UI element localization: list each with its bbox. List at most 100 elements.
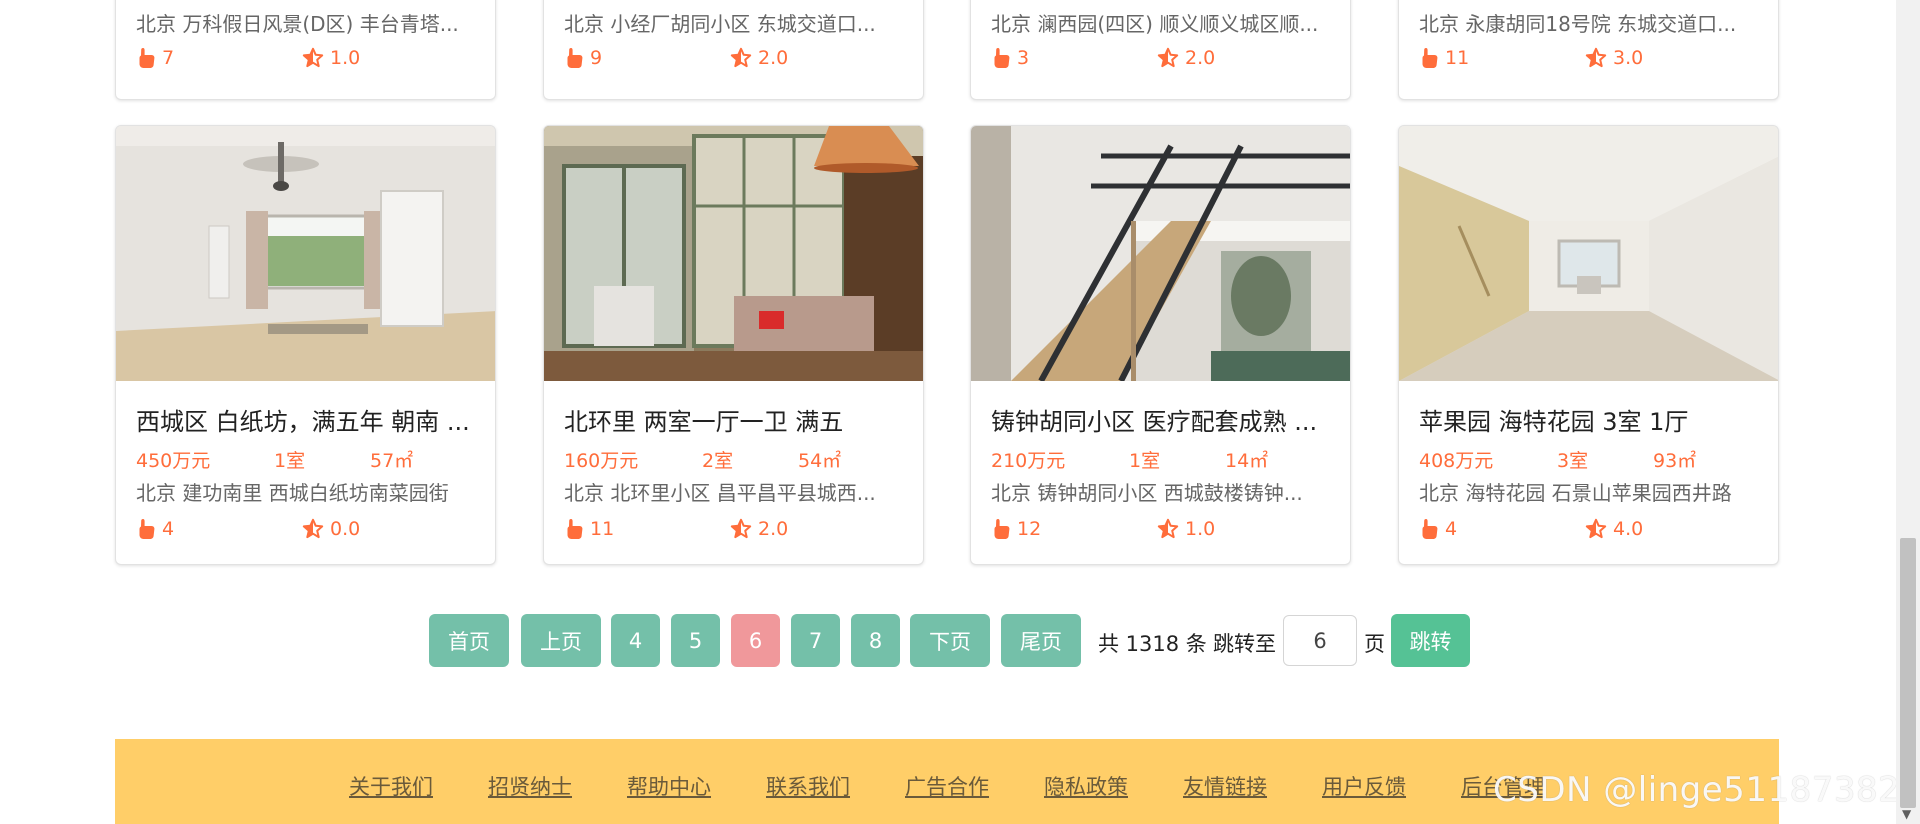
score-value: 1.0 [1157,518,1215,540]
listing-photo[interactable] [116,126,495,381]
thumbs-up-icon [994,48,1010,68]
star-icon [1585,47,1607,68]
watermark: CSDN @linge511873822 [1493,770,1920,810]
star-icon [730,47,752,68]
last-page-button[interactable]: 尾页 [1001,614,1081,667]
listing-area: 54㎡ [798,450,842,472]
listing-rooms: 1室 [1129,450,1161,472]
listing-price: 450万元 [136,450,211,472]
footer-link-about[interactable]: 关于我们 [349,771,433,801]
score-value: 2.0 [730,47,788,69]
scrollbar-thumb[interactable] [1900,538,1916,808]
listing-card[interactable]: 北京 澜西园(四区) 顺义顺义城区顺... 3 2.0 [970,0,1351,100]
thumbs-up-icon [1422,519,1438,539]
listing-meta: 408万元 3室 93㎡ [1419,446,1764,472]
likes-count: 4 [136,518,174,540]
listing-photo[interactable] [1399,126,1778,381]
likes-count: 3 [991,47,1029,69]
star-icon [730,518,752,539]
page-button-5[interactable]: 5 [671,614,720,667]
vertical-scrollbar[interactable]: ▼ [1896,0,1920,824]
listing-stats: 7 1.0 [136,47,476,73]
listing-title[interactable]: 铸钟胡同小区 医疗配套成熟 ... [991,402,1331,437]
listing-price: 210万元 [991,450,1066,472]
page-button-6-current[interactable]: 6 [731,614,780,667]
listing-address: 北京 万科假日风景(D区) 丰台青塔... [136,12,459,36]
footer-link-contact[interactable]: 联系我们 [766,771,850,801]
footer-link-friends[interactable]: 友情链接 [1183,771,1267,801]
listing-rooms: 3室 [1557,450,1589,472]
likes-count: 9 [564,47,602,69]
listing-price: 160万元 [564,450,639,472]
score-value: 1.0 [302,47,360,69]
listing-address: 北京 小经厂胡同小区 东城交道口... [564,12,876,36]
listing-address: 北京 澜西园(四区) 顺义顺义城区顺... [991,12,1319,36]
footer-link-privacy[interactable]: 隐私政策 [1044,771,1128,801]
footer-link-careers[interactable]: 招贤纳士 [488,771,572,801]
thumbs-up-icon [139,48,155,68]
score-value: 4.0 [1585,518,1643,540]
listing-stats: 9 2.0 [564,47,904,73]
listing-area: 14㎡ [1225,450,1269,472]
next-page-button[interactable]: 下页 [910,614,990,667]
listing-rooms: 2室 [702,450,734,472]
score-value: 0.0 [302,518,360,540]
score-value: 3.0 [1585,47,1643,69]
listing-card[interactable]: 铸钟胡同小区 医疗配套成熟 ... 210万元 1室 14㎡ 北京 铸钟胡同小区… [970,125,1351,565]
prev-page-button[interactable]: 上页 [521,614,601,667]
page-button-7[interactable]: 7 [791,614,840,667]
thumbs-up-icon [567,519,583,539]
likes-count: 7 [136,47,174,69]
listing-stats: 4 0.0 [136,518,476,544]
listing-title[interactable]: 北环里 两室一厅一卫 满五 [564,402,904,437]
listing-card[interactable]: 北京 小经厂胡同小区 东城交道口... 9 2.0 [543,0,924,100]
listing-rooms: 1室 [274,450,306,472]
thumbs-up-icon [139,519,155,539]
listing-meta: 210万元 1室 14㎡ [991,446,1336,472]
scroll-down-arrow-icon[interactable]: ▼ [1902,808,1911,820]
listing-meta: 160万元 2室 54㎡ [564,446,909,472]
star-icon [1157,518,1179,539]
listing-area: 57㎡ [370,450,414,472]
page-unit-label: 页 [1364,632,1385,656]
listing-card[interactable]: 苹果园 海特花园 3室 1厅 408万元 3室 93㎡ 北京 海特花园 石景山苹… [1398,125,1779,565]
page-button-4[interactable]: 4 [611,614,660,667]
jump-page-input[interactable] [1283,615,1357,666]
first-page-button[interactable]: 首页 [429,614,509,667]
go-button[interactable]: 跳转 [1391,614,1470,667]
listing-card[interactable]: 北环里 两室一厅一卫 满五 160万元 2室 54㎡ 北京 北环里小区 昌平昌平… [543,125,924,565]
listing-address: 北京 北环里小区 昌平昌平县城西... [564,481,876,505]
score-value: 2.0 [1157,47,1215,69]
footer-link-feedback[interactable]: 用户反馈 [1322,771,1406,801]
listing-title[interactable]: 苹果园 海特花园 3室 1厅 [1419,402,1759,437]
likes-count: 11 [564,518,614,540]
footer-link-ads[interactable]: 广告合作 [905,771,989,801]
likes-count: 4 [1419,518,1457,540]
likes-count: 12 [991,518,1041,540]
listing-stats: 4 4.0 [1419,518,1759,544]
listing-card[interactable]: 北京 永康胡同18号院 东城交道口... 11 3.0 [1398,0,1779,100]
score-value: 2.0 [730,518,788,540]
listing-area: 93㎡ [1653,450,1697,472]
listing-photo[interactable] [544,126,923,381]
footer-link-help[interactable]: 帮助中心 [627,771,711,801]
listing-stats: 11 3.0 [1419,47,1759,73]
page-button-8[interactable]: 8 [851,614,900,667]
listing-address: 北京 建功南里 西城白纸坊南菜园街 [136,481,449,505]
listing-photo[interactable] [971,126,1350,381]
total-count: 共 1318 条 [1098,632,1207,656]
star-icon [1157,47,1179,68]
listing-address: 北京 铸钟胡同小区 西城鼓楼铸钟... [991,481,1303,505]
jump-label: 跳转至 [1213,632,1276,656]
listing-title[interactable]: 西城区 白纸坊，满五年 朝南 ... [136,402,476,437]
listing-card[interactable]: 西城区 白纸坊，满五年 朝南 ... 450万元 1室 57㎡ 北京 建功南里 … [115,125,496,565]
listing-price: 408万元 [1419,450,1494,472]
likes-count: 11 [1419,47,1469,69]
listing-card[interactable]: 北京 万科假日风景(D区) 丰台青塔... 7 1.0 [115,0,496,100]
listing-address: 北京 永康胡同18号院 东城交道口... [1419,12,1737,36]
star-icon [302,518,324,539]
thumbs-up-icon [1422,48,1438,68]
listing-address: 北京 海特花园 石景山苹果园西井路 [1419,481,1732,505]
listing-meta: 450万元 1室 57㎡ [136,446,481,472]
listing-stats: 3 2.0 [991,47,1331,73]
